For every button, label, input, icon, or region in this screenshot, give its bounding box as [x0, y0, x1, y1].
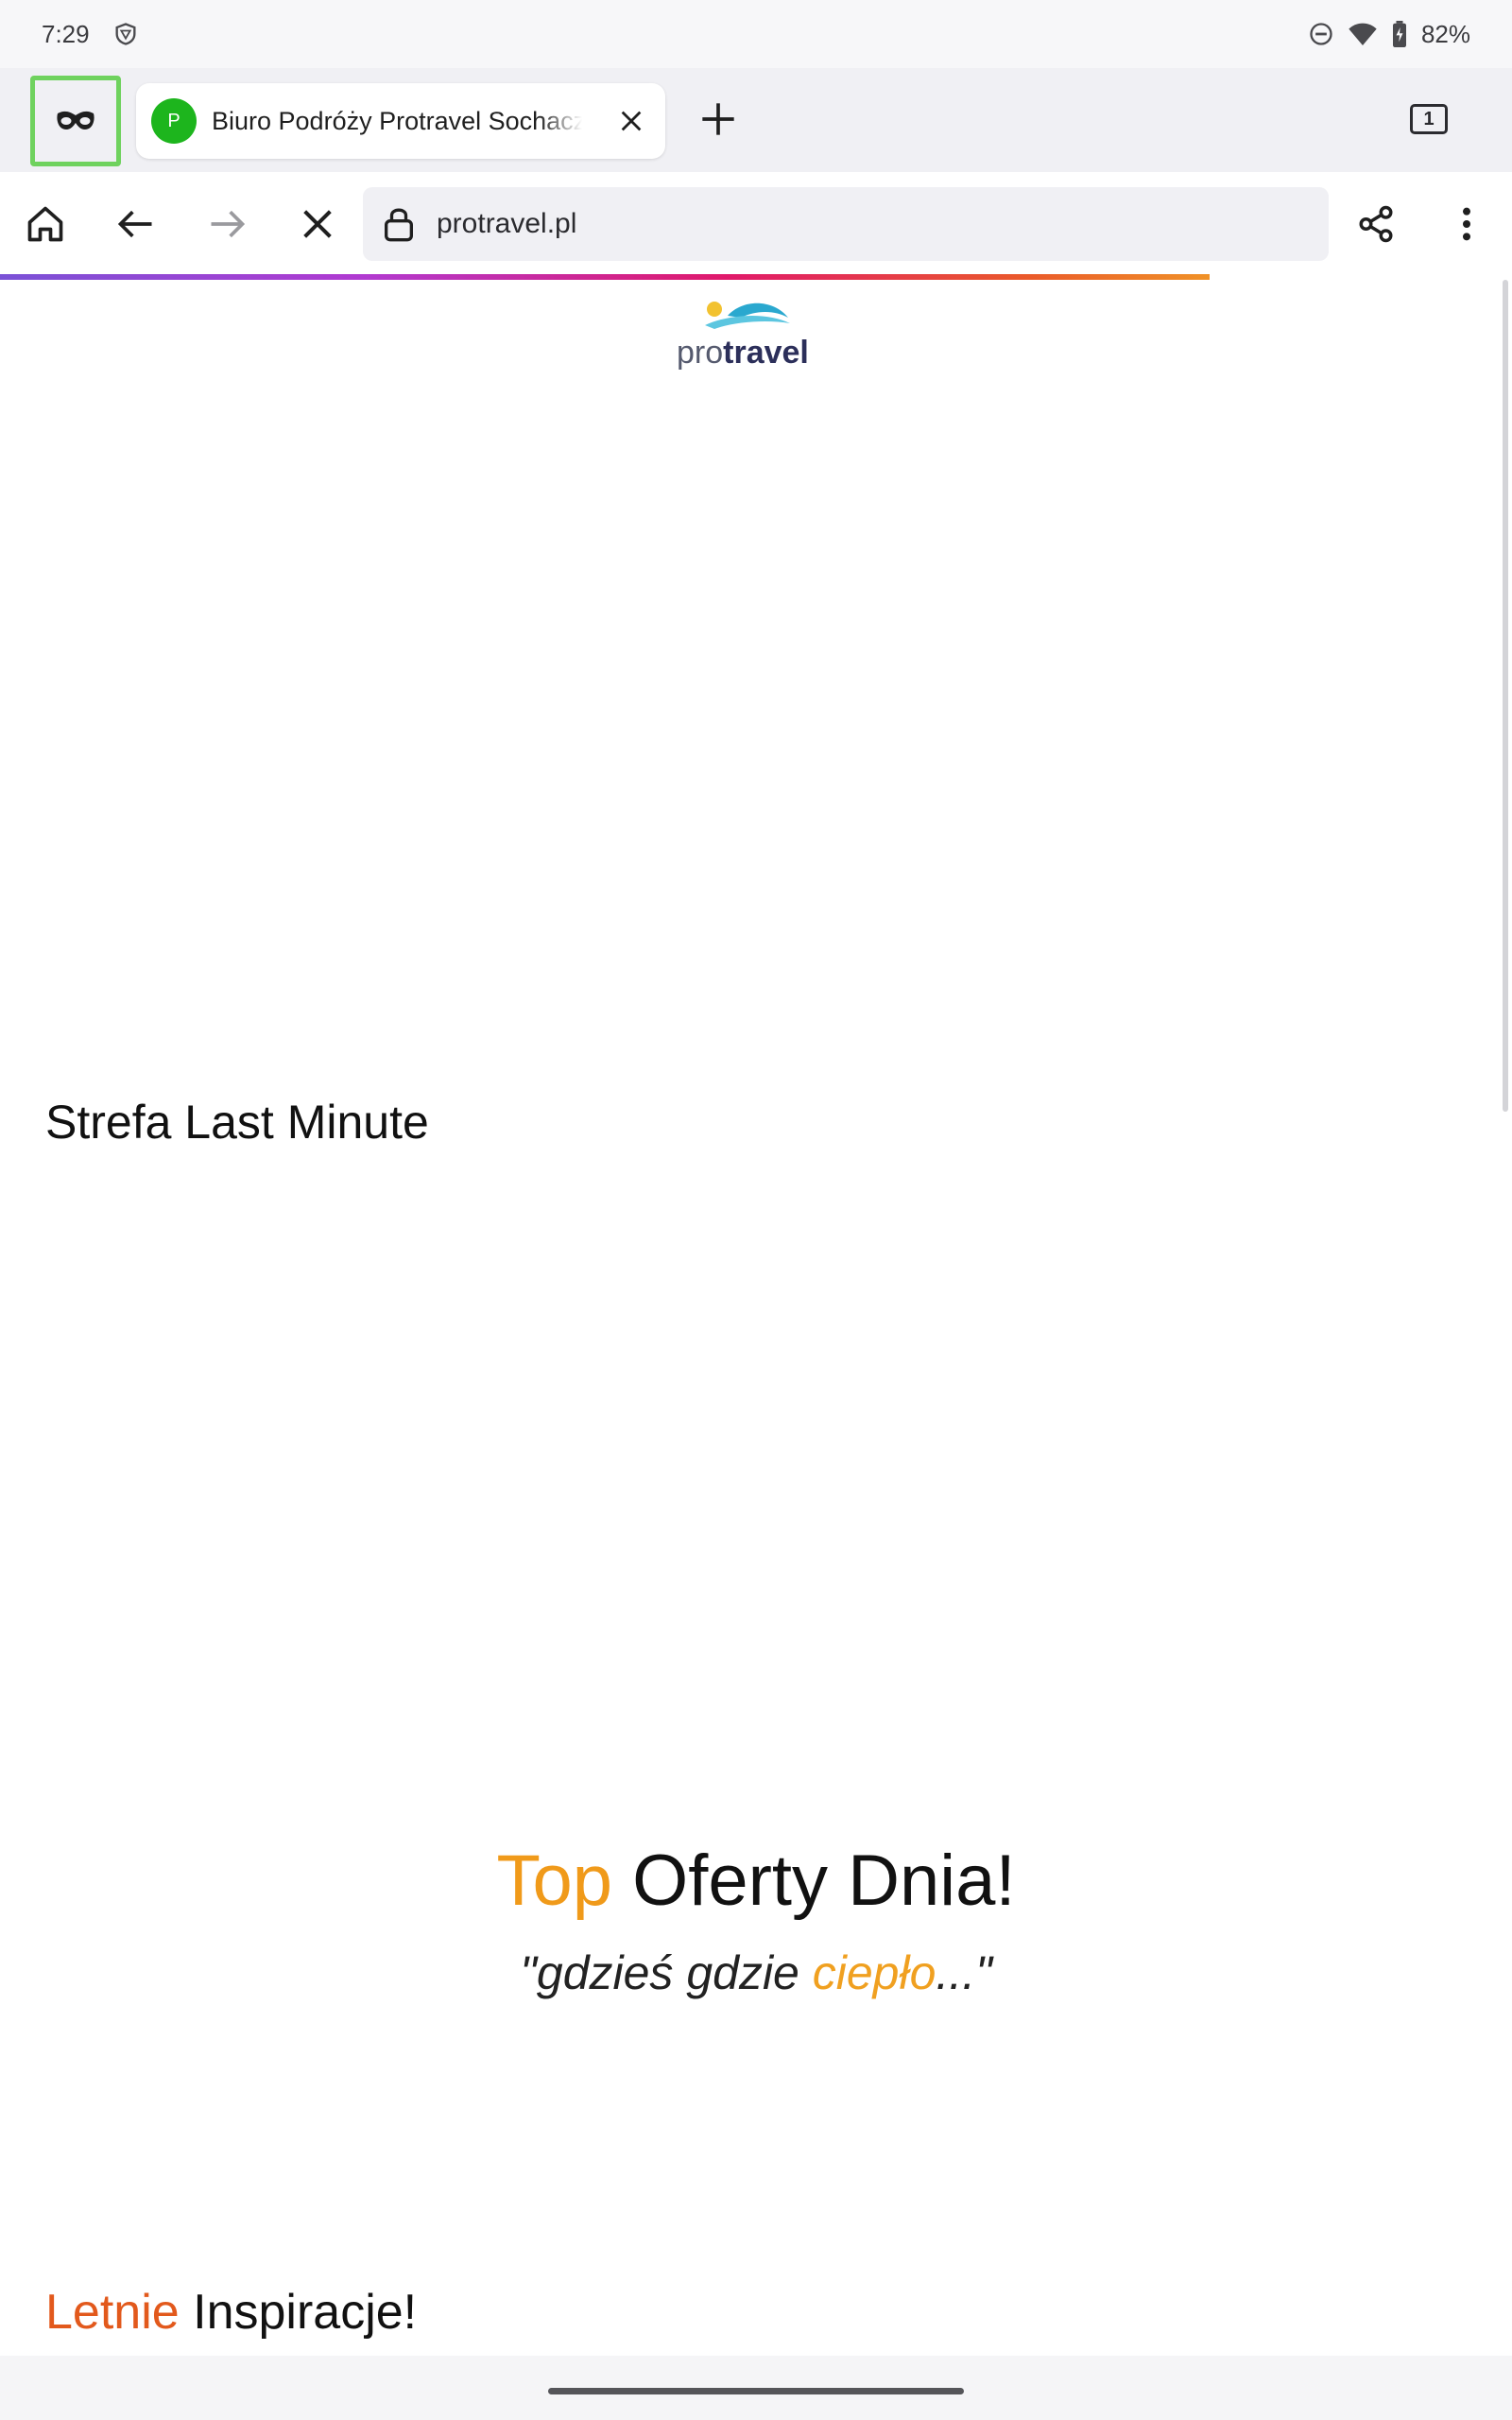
home-button[interactable]	[15, 194, 76, 254]
url-bar[interactable]: protravel.pl	[363, 187, 1329, 261]
forward-button[interactable]	[197, 194, 257, 254]
status-bar: 7:29 82%	[0, 0, 1512, 68]
tagline-part1: "gdzieś gdzie	[520, 1946, 813, 1999]
active-tab[interactable]: P Biuro Podróży Protravel Sochaczew	[136, 83, 665, 159]
lock-icon[interactable]	[382, 205, 416, 243]
tab-close-button[interactable]	[612, 102, 650, 140]
site-favicon: P	[151, 98, 197, 144]
summer-accent: Letnie	[45, 2285, 180, 2340]
tab-title: Biuro Podróży Protravel Sochaczew	[212, 106, 582, 135]
url-text: protravel.pl	[437, 208, 577, 239]
close-icon	[621, 111, 642, 131]
system-navigation-bar	[0, 2356, 1512, 2420]
protravel-logo[interactable]: protravel	[677, 297, 813, 372]
top-offers-heading: Top Oferty Dnia!	[0, 1840, 1512, 1922]
new-tab-button[interactable]	[688, 89, 748, 149]
tagline: "gdzieś gdzie ciepło..."	[0, 1945, 1512, 2000]
plus-icon	[702, 103, 734, 135]
browser-window: 7:29 82% P Biuro Podróży Protravel Socha…	[0, 0, 1512, 2420]
status-icons: 82%	[1308, 20, 1470, 49]
incognito-mask-icon	[57, 111, 94, 130]
battery-percent: 82%	[1420, 19, 1470, 48]
tagline-accent: ciepło	[812, 1946, 936, 1999]
tab-strip: P Biuro Podróży Protravel Sochaczew 1	[0, 68, 1512, 172]
wifi-icon	[1349, 23, 1377, 45]
more-icon	[1463, 207, 1470, 241]
last-minute-heading: Strefa Last Minute	[45, 1096, 429, 1149]
top-offers-accent: Top	[496, 1841, 612, 1921]
share-icon	[1359, 205, 1393, 243]
page-scrollbar[interactable]	[1503, 280, 1508, 1112]
incognito-button[interactable]	[30, 76, 121, 166]
web-page-content: protravel Strefa Last Minute Top Oferty …	[0, 280, 1512, 2356]
shield-icon	[115, 23, 136, 45]
status-time: 7:29	[42, 19, 90, 48]
more-menu-button[interactable]	[1436, 194, 1497, 254]
summer-rest: Inspiracje!	[179, 2285, 418, 2340]
back-button[interactable]	[106, 194, 166, 254]
navigation-toolbar: protravel.pl	[0, 172, 1512, 276]
home-icon	[27, 206, 63, 242]
tab-count: 1	[1410, 104, 1448, 134]
share-button[interactable]	[1346, 194, 1406, 254]
top-offers-rest: Oferty Dnia!	[611, 1841, 1016, 1921]
back-icon	[117, 210, 152, 238]
stop-loading-button[interactable]	[287, 194, 348, 254]
wave-logo-icon	[705, 302, 790, 329]
battery-icon	[1392, 21, 1406, 47]
do-not-disturb-icon	[1310, 23, 1332, 45]
forward-icon	[211, 210, 246, 238]
tagline-part2: ..."	[936, 1946, 992, 1999]
home-gesture-handle[interactable]	[548, 2388, 964, 2394]
logo-wordmark: protravel	[677, 335, 809, 371]
summer-inspirations-heading: Letnie Inspiracje!	[45, 2284, 417, 2341]
tab-counter-button[interactable]: 1	[1402, 89, 1455, 149]
stop-icon	[303, 210, 332, 238]
